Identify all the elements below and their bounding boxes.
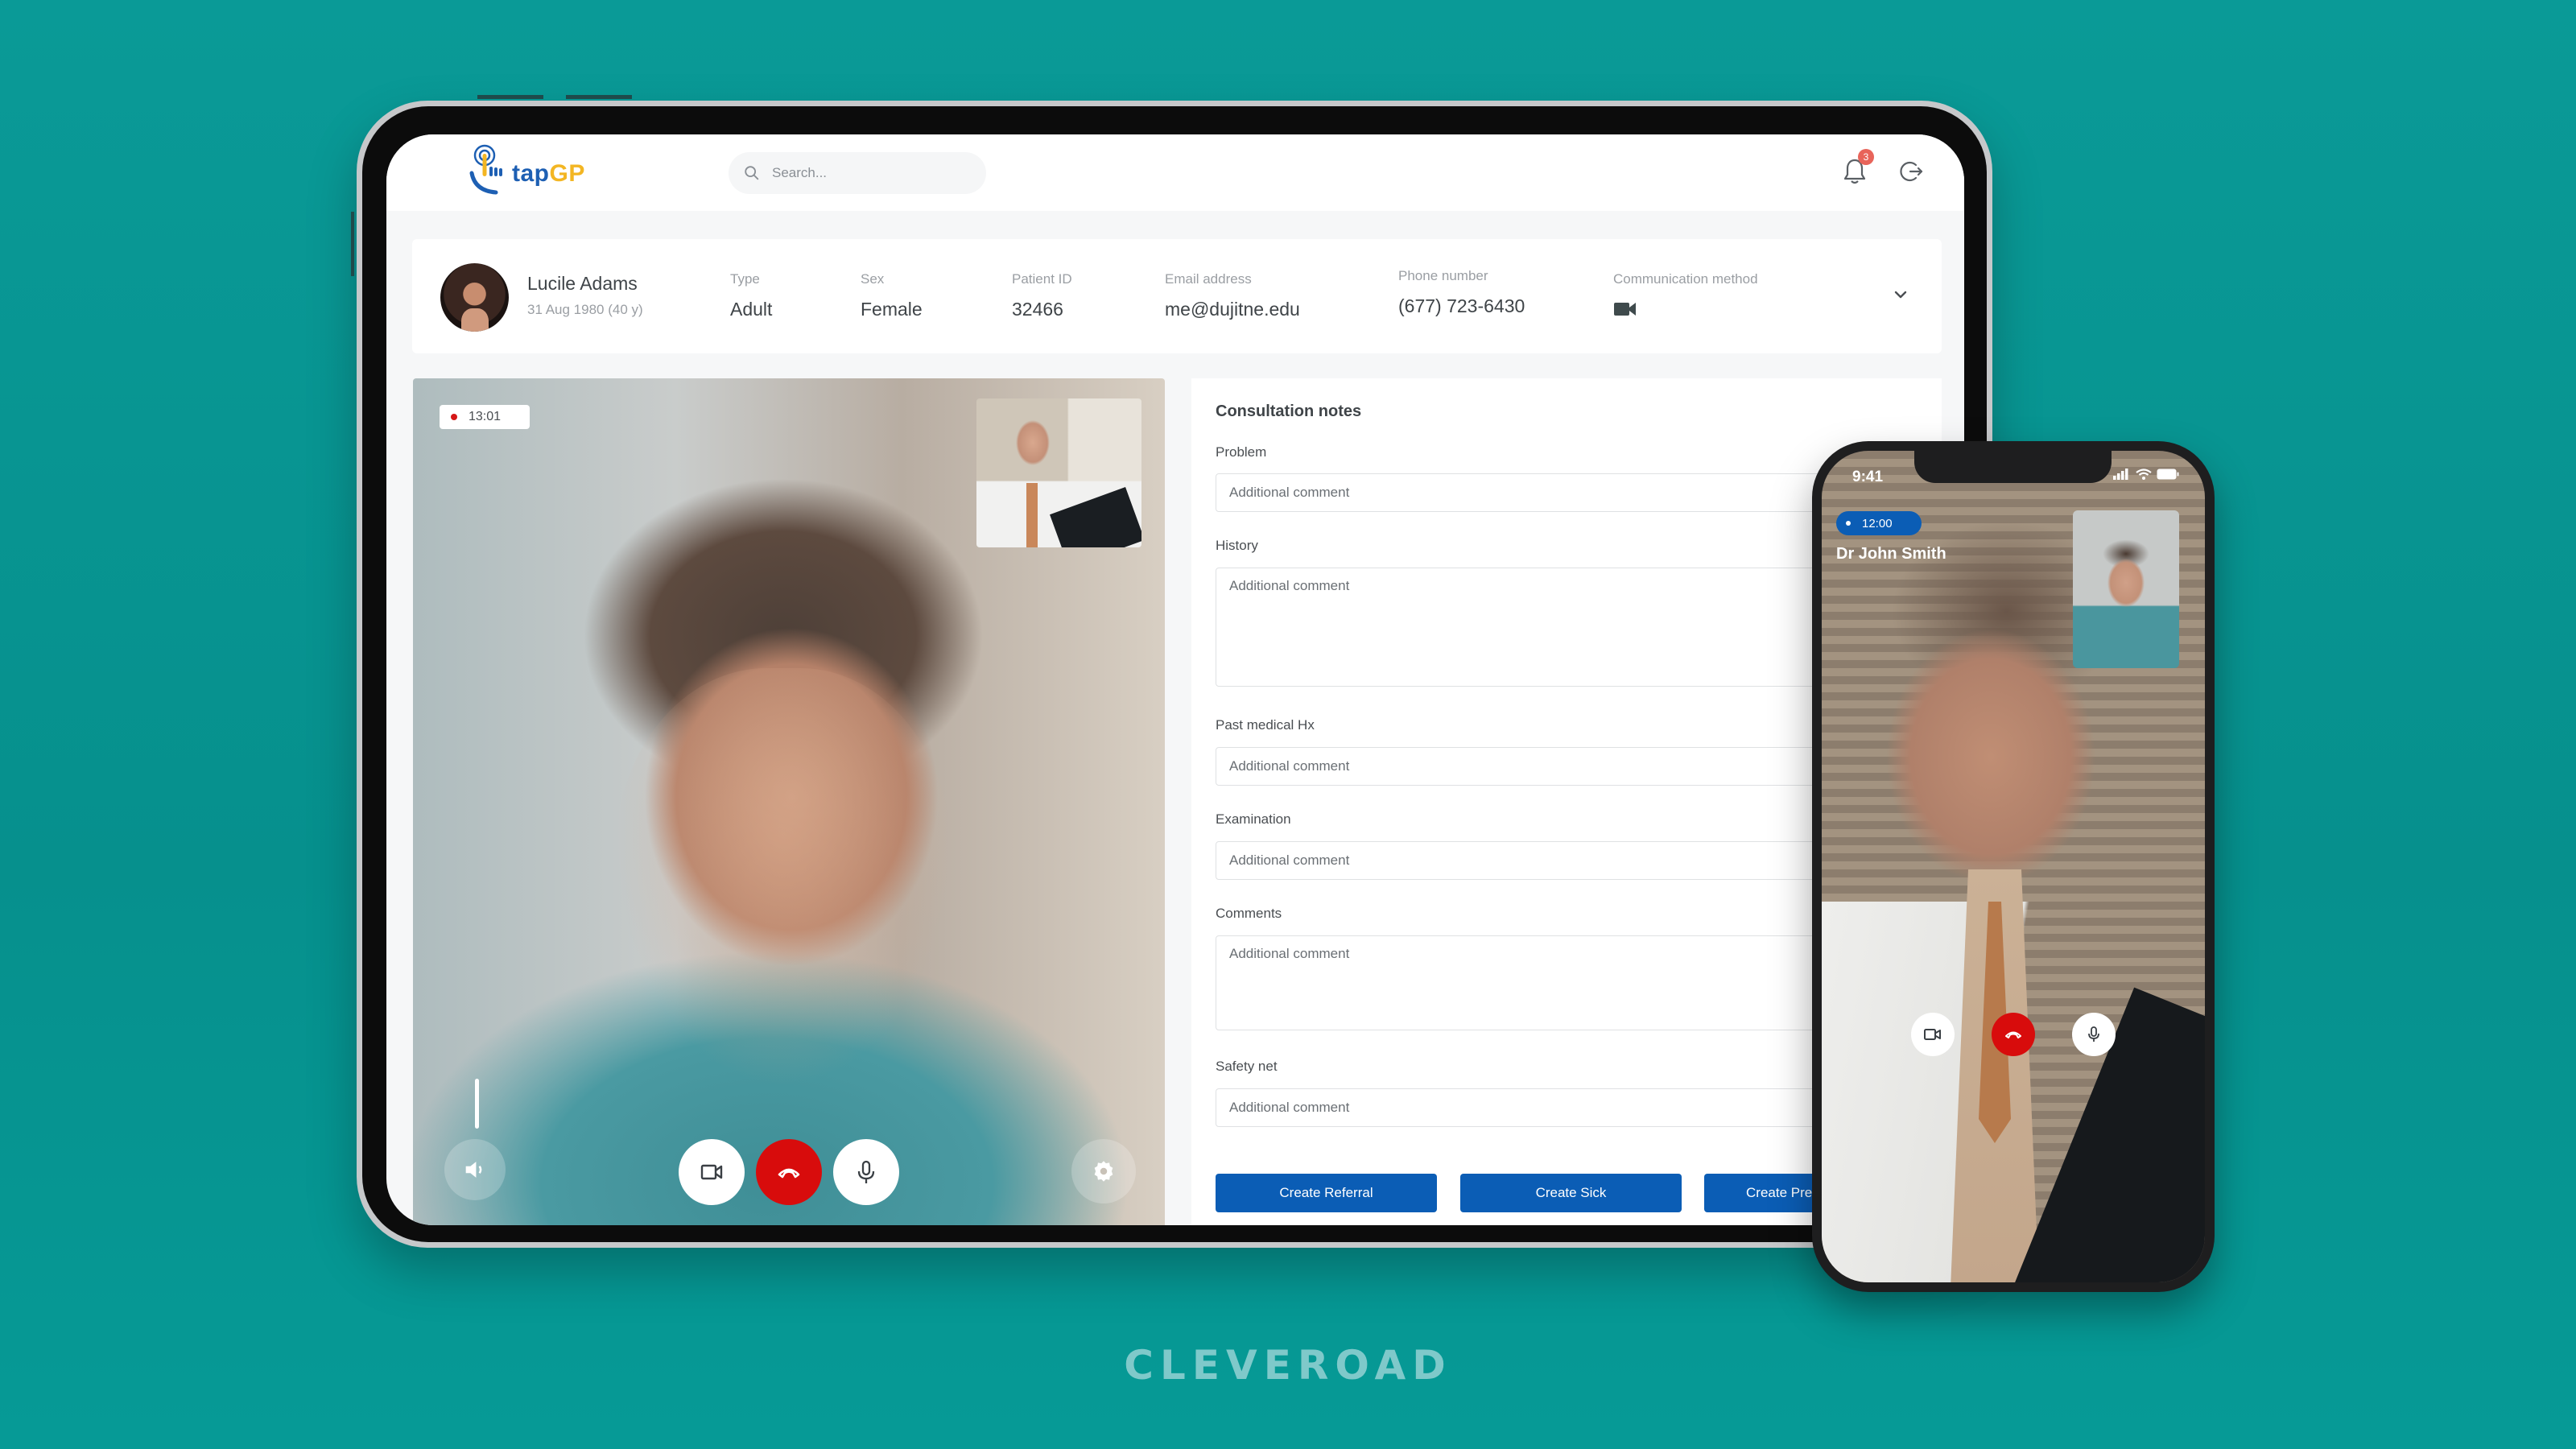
consultation-notes-title: Consultation notes xyxy=(1216,402,1362,420)
field-label: Patient ID xyxy=(1012,271,1072,287)
gear-icon xyxy=(1094,1161,1113,1182)
patient-phone-field: Phone number (677) 723-6430 xyxy=(1398,268,1525,317)
phone-toggle-mic-button[interactable] xyxy=(2072,1013,2116,1056)
create-sick-button[interactable]: Create Sick xyxy=(1460,1174,1682,1212)
video-camera-icon xyxy=(700,1164,723,1180)
tablet-screen: tapGP 3 xyxy=(386,134,1964,1225)
tablet-hardware-button xyxy=(351,212,354,276)
call-timer-badge: 13:01 xyxy=(440,405,530,429)
field-value: me@dujitne.edu xyxy=(1165,299,1300,320)
doctor-self-view[interactable] xyxy=(976,398,1141,547)
call-timer: 13:01 xyxy=(469,410,502,423)
field-label: Email address xyxy=(1165,271,1252,287)
patient-sex-field: Sex Female xyxy=(861,271,923,320)
video-camera-icon xyxy=(1614,303,1636,316)
battery-icon xyxy=(2157,469,2179,480)
phone-call-timer-badge: 12:00 xyxy=(1836,511,1922,535)
microphone-icon xyxy=(857,1160,875,1183)
field-label: Phone number xyxy=(1398,268,1488,283)
toggle-mic-button[interactable] xyxy=(833,1139,899,1205)
search-input[interactable] xyxy=(772,165,965,181)
tablet-hardware-button xyxy=(477,95,543,99)
chevron-down-icon[interactable] xyxy=(1892,286,1909,303)
phone-hangup-icon xyxy=(778,1168,800,1179)
patient-video-feed: 13:01 xyxy=(413,378,1165,1225)
patient-email-field: Email address me@dujitne.edu xyxy=(1165,271,1300,320)
history-label: History xyxy=(1216,538,1258,553)
field-value: Adult xyxy=(730,299,773,320)
microphone-icon xyxy=(2088,1026,2099,1042)
safety-net-label: Safety net xyxy=(1216,1059,1278,1074)
phone-hangup-icon xyxy=(2005,1031,2021,1038)
patient-name: Lucile Adams xyxy=(527,273,638,294)
logo-text-primary: tap xyxy=(512,160,550,187)
problem-label: Problem xyxy=(1216,444,1267,460)
field-value: Female xyxy=(861,299,923,320)
pip-detail xyxy=(1026,483,1038,547)
notification-count-badge: 3 xyxy=(1858,149,1874,165)
tablet-hardware-button xyxy=(566,95,632,99)
tap-logo-icon xyxy=(469,144,502,195)
phone-call-timer: 12:00 xyxy=(1862,516,1893,530)
notifications-button[interactable]: 3 xyxy=(1842,149,1874,186)
field-label: Sex xyxy=(861,271,885,287)
header-actions: 3 xyxy=(1842,149,1924,186)
tablet-bezel: tapGP 3 xyxy=(362,106,1987,1242)
comments-label: Comments xyxy=(1216,906,1282,921)
search-icon xyxy=(745,166,759,180)
phone-device: 9:41 12:00 Dr John Smith xyxy=(1812,441,2215,1292)
patient-communication-field: Communication method xyxy=(1613,271,1758,322)
status-bar-time: 9:41 xyxy=(1852,469,1884,485)
status-bar-icons xyxy=(2113,469,2179,480)
logout-icon[interactable] xyxy=(1900,159,1924,184)
create-referral-button[interactable]: Create Referral xyxy=(1216,1174,1437,1212)
video-camera-icon xyxy=(1924,1029,1941,1040)
pip-detail xyxy=(1050,487,1141,547)
recording-dot-icon xyxy=(1846,521,1851,526)
volume-button[interactable] xyxy=(444,1139,506,1200)
patient-self-view[interactable] xyxy=(2073,510,2179,668)
tapgp-logo[interactable]: tapGP xyxy=(467,142,585,199)
patient-avatar xyxy=(440,263,509,332)
volume-icon xyxy=(465,1162,482,1178)
end-call-button[interactable] xyxy=(756,1139,822,1205)
app-header: tapGP 3 xyxy=(386,134,1964,211)
phone-end-call-button[interactable] xyxy=(1992,1013,2035,1056)
tablet-device: tapGP 3 xyxy=(357,101,1992,1248)
phone-video-feed: 9:41 12:00 Dr John Smith xyxy=(1822,451,2205,1282)
patient-type-field: Type Adult xyxy=(730,271,772,320)
logo-text-accent: GP xyxy=(549,160,585,187)
examination-label: Examination xyxy=(1216,811,1291,827)
field-label: Type xyxy=(730,271,760,287)
volume-slider[interactable] xyxy=(475,1079,479,1129)
field-label: Communication method xyxy=(1613,271,1758,287)
past-medical-hx-label: Past medical Hx xyxy=(1216,717,1315,733)
search-bar[interactable] xyxy=(729,152,986,194)
field-value: 32466 xyxy=(1012,299,1063,320)
caller-name: Dr John Smith xyxy=(1836,545,1946,563)
phone-toggle-camera-button[interactable] xyxy=(1911,1013,1955,1056)
wifi-icon xyxy=(2136,469,2152,480)
patient-dob: 31 Aug 1980 (40 y) xyxy=(527,302,643,317)
video-subject xyxy=(614,668,952,1087)
toggle-camera-button[interactable] xyxy=(679,1139,745,1205)
field-value: (677) 723-6430 xyxy=(1398,295,1525,316)
settings-button[interactable] xyxy=(1071,1139,1136,1203)
patient-id-field: Patient ID 32466 xyxy=(1012,271,1072,320)
cleveroad-brand-logo: CLEVEROAD xyxy=(1124,1342,1452,1389)
signal-icon xyxy=(2113,469,2128,480)
recording-dot-icon xyxy=(451,414,457,420)
logo-text: tapGP xyxy=(512,160,585,188)
phone-notch xyxy=(1914,451,2112,483)
patient-info-card: Lucile Adams 31 Aug 1980 (40 y) Type Adu… xyxy=(412,239,1942,353)
